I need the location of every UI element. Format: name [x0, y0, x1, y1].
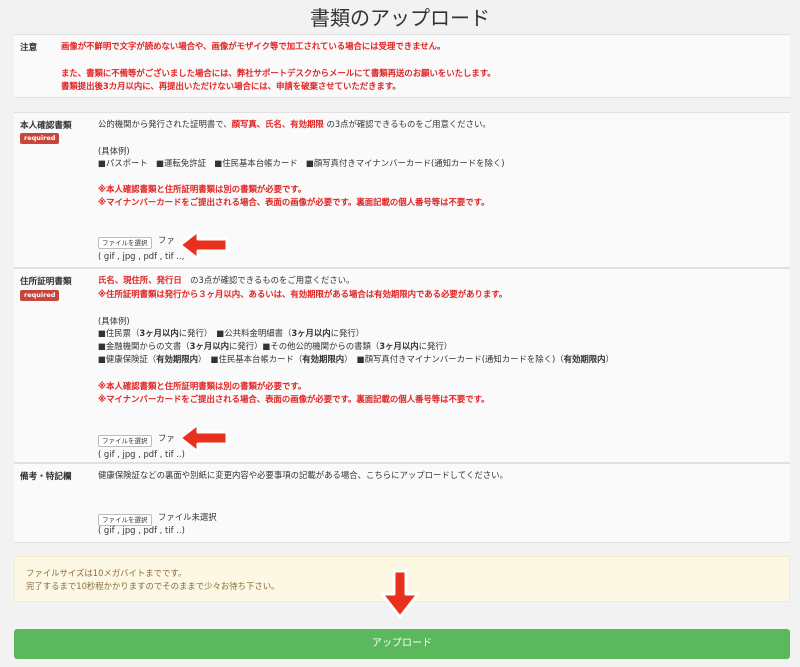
address-label: 住所証明書類	[20, 277, 72, 287]
remarks-file-status: ファイル未選択	[158, 512, 217, 522]
remarks-label: 備考・特記欄	[20, 472, 72, 482]
address-warning-2: ※マイナンバーカードをご提出される場合、表面の画像が必要です。裏面記載の個人番号…	[98, 394, 490, 404]
identity-examples-title: (具体例)	[98, 146, 130, 156]
address-example-3: ■健康保険証（有効期限内） ■住民基本台帳カード（有効期限内） ■顔写真付きマイ…	[98, 354, 614, 364]
address-file-button[interactable]: ファイルを選択	[98, 435, 152, 447]
remarks-formats: ( gif , jpg , pdf , tif ..)	[98, 525, 185, 535]
identity-section: 本人確認書類 required 公的機関から発行された証明書で、顔写真、氏名、有…	[14, 112, 790, 268]
identity-file-status: ファ	[158, 235, 175, 245]
address-intro: 氏名、現住所、発行日 の3点が確認できるものをご用意ください。	[98, 275, 355, 285]
address-warning-1: ※本人確認書類と住所証明書類は別の書類が必要です。	[98, 381, 307, 391]
notice-section: 注意 画像が不鮮明で文字が読めない場合や、画像がモザイク等で加工されている場合に…	[14, 34, 790, 98]
notice-line-2: また、書類に不備等がございました場合には、弊社サポートデスクからメールにて書類再…	[61, 68, 496, 78]
info-line-1: ファイルサイズは10メガバイトまでです。	[26, 568, 187, 578]
notice-label: 注意	[20, 43, 38, 53]
address-example-1: ■住民票（3ヶ月以内に発行） ■公共料金明細書（3ヶ月以内に発行）	[98, 328, 365, 338]
address-file-status: ファ	[158, 433, 175, 443]
arrow-down-icon	[380, 569, 420, 619]
identity-warning-1: ※本人確認書類と住所証明書類は別の書類が必要です。	[98, 184, 307, 194]
remarks-section: 備考・特記欄 健康保険証などの裏面や別紙に変更内容や必要事項の記載がある場合、こ…	[14, 463, 790, 543]
identity-formats: ( gif , jpg , pdf , tif ..,	[98, 251, 185, 261]
arrow-left-icon	[178, 422, 229, 454]
identity-warning-2: ※マイナンバーカードをご提出される場合、表面の画像が必要です。裏面記載の個人番号…	[98, 197, 490, 207]
notice-line-3: 書類提出後3カ月以内に、再提出いただけない場合には、申請を破棄させていただきます…	[61, 81, 401, 91]
address-examples-title: (具体例)	[98, 316, 130, 326]
identity-examples: ■パスポート ■運転免許証 ■住民基本台帳カード ■顔写真付きマイナンバーカード…	[98, 158, 505, 168]
identity-intro: 公的機関から発行された証明書で、顔写真、氏名、有効期限 の3点が確認できるものを…	[98, 119, 491, 129]
address-period-warning: ※住所証明書類は発行から３ヶ月以内、あるいは、有効期限がある場合は有効期限内であ…	[98, 289, 508, 299]
identity-file-button[interactable]: ファイルを選択	[98, 237, 152, 249]
address-section: 住所証明書類 required 氏名、現住所、発行日 の3点が確認できるものをご…	[14, 268, 790, 463]
page-title: 書類のアップロード	[310, 6, 490, 30]
address-formats: ( gif , jpg , pdf , tif ..)	[98, 449, 185, 459]
arrow-left-icon	[178, 229, 229, 261]
remarks-intro: 健康保険証などの裏面や別紙に変更内容や必要事項の記載がある場合、こちらにアップロ…	[98, 470, 508, 480]
address-example-2: ■金融機関からの文書（3ヶ月以内に発行）■その他公的機関からの書類（3ヶ月以内に…	[98, 341, 453, 351]
identity-label: 本人確認書類	[20, 121, 72, 131]
notice-line-1: 画像が不鮮明で文字が読めない場合や、画像がモザイク等で加工されている場合には受理…	[61, 41, 446, 51]
required-badge: required	[20, 133, 60, 144]
required-badge: required	[20, 290, 60, 301]
info-line-2: 完了するまで10秒程かかりますのでそのままで少々お待ち下さい。	[26, 581, 280, 591]
upload-button[interactable]: アップロード	[14, 629, 790, 659]
